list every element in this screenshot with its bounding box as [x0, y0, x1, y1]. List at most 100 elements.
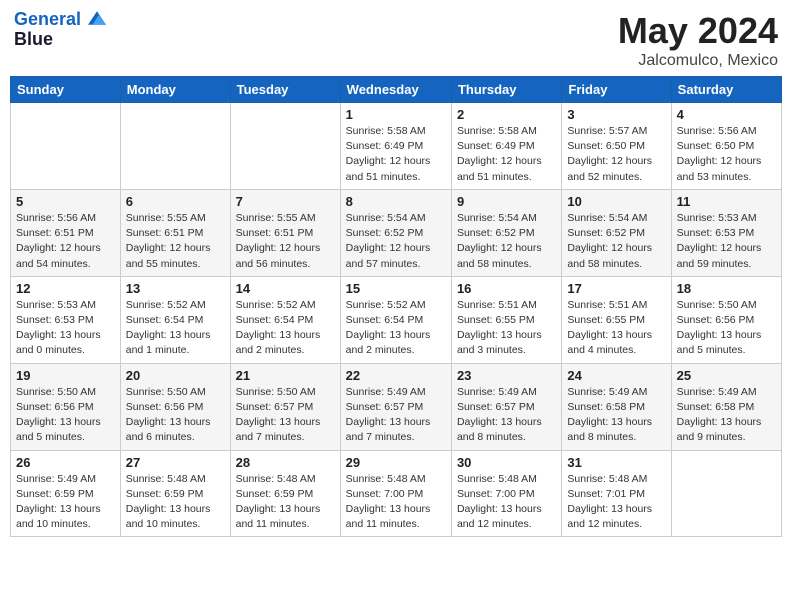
weekday-header: Monday — [120, 77, 230, 103]
day-number: 30 — [457, 455, 556, 470]
day-info: Sunrise: 5:55 AM Sunset: 6:51 PM Dayligh… — [236, 211, 335, 272]
day-info: Sunrise: 5:58 AM Sunset: 6:49 PM Dayligh… — [457, 124, 556, 185]
calendar-cell: 24 Sunrise: 5:49 AM Sunset: 6:58 PM Dayli… — [562, 363, 671, 450]
day-info: Sunrise: 5:54 AM Sunset: 6:52 PM Dayligh… — [567, 211, 665, 272]
day-info: Sunrise: 5:56 AM Sunset: 6:50 PM Dayligh… — [677, 124, 776, 185]
day-info: Sunrise: 5:50 AM Sunset: 6:56 PM Dayligh… — [677, 298, 776, 359]
weekday-header: Saturday — [671, 77, 781, 103]
weekday-header: Tuesday — [230, 77, 340, 103]
calendar-subtitle: Jalcomulco, Mexico — [618, 52, 778, 70]
calendar-cell: 17Sunrise: 5:51 AM Sunset: 6:55 PM Dayli… — [562, 276, 671, 363]
day-info: Sunrise: 5:52 AM Sunset: 6:54 PM Dayligh… — [346, 298, 446, 359]
day-number: 11 — [677, 194, 776, 209]
calendar-cell — [11, 103, 121, 190]
weekday-header: Sunday — [11, 77, 121, 103]
day-number: 27 — [126, 455, 225, 470]
calendar-cell: 18 Sunrise: 5:50 AM Sunset: 6:56 PM Dayli… — [671, 276, 781, 363]
day-number: 14 — [236, 281, 335, 296]
calendar-body: 1 Sunrise: 5:58 AM Sunset: 6:49 PM Daylig… — [11, 103, 782, 537]
calendar-table: SundayMondayTuesdayWednesdayThursdayFrid… — [10, 76, 782, 537]
title-block: May 2024 Jalcomulco, Mexico — [618, 10, 778, 70]
day-info: Sunrise: 5:49 AM Sunset: 6:57 PM Dayligh… — [457, 385, 556, 446]
calendar-cell: 22Sunrise: 5:49 AM Sunset: 6:57 PM Dayli… — [340, 363, 451, 450]
day-info: Sunrise: 5:50 AM Sunset: 6:57 PM Dayligh… — [236, 385, 335, 446]
day-info: Sunrise: 5:57 AM Sunset: 6:50 PM Dayligh… — [567, 124, 665, 185]
weekday-header: Wednesday — [340, 77, 451, 103]
day-number: 2 — [457, 107, 556, 122]
page-header: General Blue May 2024 Jalcomulco, Mexico — [10, 10, 782, 70]
calendar-cell: 30 Sunrise: 5:48 AM Sunset: 7:00 PM Dayli… — [451, 450, 561, 537]
calendar-cell: 19Sunrise: 5:50 AM Sunset: 6:56 PM Dayli… — [11, 363, 121, 450]
day-number: 31 — [567, 455, 665, 470]
day-info: Sunrise: 5:53 AM Sunset: 6:53 PM Dayligh… — [677, 211, 776, 272]
day-number: 20 — [126, 368, 225, 383]
logo: General Blue — [14, 10, 106, 50]
day-number: 29 — [346, 455, 446, 470]
day-info: Sunrise: 5:55 AM Sunset: 6:51 PM Dayligh… — [126, 211, 225, 272]
day-number: 1 — [346, 107, 446, 122]
day-info: Sunrise: 5:52 AM Sunset: 6:54 PM Dayligh… — [236, 298, 335, 359]
day-info: Sunrise: 5:48 AM Sunset: 7:00 PM Dayligh… — [346, 472, 446, 533]
calendar-title: May 2024 — [618, 10, 778, 52]
day-info: Sunrise: 5:48 AM Sunset: 7:00 PM Dayligh… — [457, 472, 556, 533]
calendar-cell: 29 Sunrise: 5:48 AM Sunset: 7:00 PM Dayli… — [340, 450, 451, 537]
day-number: 12 — [16, 281, 115, 296]
calendar-cell: 13 Sunrise: 5:52 AM Sunset: 6:54 PM Dayli… — [120, 276, 230, 363]
day-info: Sunrise: 5:56 AM Sunset: 6:51 PM Dayligh… — [16, 211, 115, 272]
calendar-cell: 23 Sunrise: 5:49 AM Sunset: 6:57 PM Dayli… — [451, 363, 561, 450]
day-info: Sunrise: 5:49 AM Sunset: 6:58 PM Dayligh… — [677, 385, 776, 446]
day-info: Sunrise: 5:54 AM Sunset: 6:52 PM Dayligh… — [346, 211, 446, 272]
day-info: Sunrise: 5:51 AM Sunset: 6:55 PM Dayligh… — [567, 298, 665, 359]
calendar-cell: 11 Sunrise: 5:53 AM Sunset: 6:53 PM Dayli… — [671, 189, 781, 276]
calendar-cell: 14 Sunrise: 5:52 AM Sunset: 6:54 PM Dayli… — [230, 276, 340, 363]
day-number: 18 — [677, 281, 776, 296]
calendar-cell: 7Sunrise: 5:55 AM Sunset: 6:51 PM Daylig… — [230, 189, 340, 276]
calendar-week-row: 1 Sunrise: 5:58 AM Sunset: 6:49 PM Daylig… — [11, 103, 782, 190]
calendar-cell — [671, 450, 781, 537]
calendar-week-row: 19Sunrise: 5:50 AM Sunset: 6:56 PM Dayli… — [11, 363, 782, 450]
calendar-cell: 16Sunrise: 5:51 AM Sunset: 6:55 PM Dayli… — [451, 276, 561, 363]
day-info: Sunrise: 5:48 AM Sunset: 6:59 PM Dayligh… — [126, 472, 225, 533]
day-number: 24 — [567, 368, 665, 383]
calendar-cell: 28Sunrise: 5:48 AM Sunset: 6:59 PM Dayli… — [230, 450, 340, 537]
calendar-cell: 4 Sunrise: 5:56 AM Sunset: 6:50 PM Daylig… — [671, 103, 781, 190]
day-info: Sunrise: 5:52 AM Sunset: 6:54 PM Dayligh… — [126, 298, 225, 359]
calendar-cell: 21 Sunrise: 5:50 AM Sunset: 6:57 PM Dayli… — [230, 363, 340, 450]
calendar-cell: 27 Sunrise: 5:48 AM Sunset: 6:59 PM Dayli… — [120, 450, 230, 537]
day-number: 5 — [16, 194, 115, 209]
day-number: 23 — [457, 368, 556, 383]
calendar-cell: 2 Sunrise: 5:58 AM Sunset: 6:49 PM Daylig… — [451, 103, 561, 190]
logo-text: General — [14, 10, 106, 30]
day-info: Sunrise: 5:49 AM Sunset: 6:58 PM Dayligh… — [567, 385, 665, 446]
calendar-cell: 10 Sunrise: 5:54 AM Sunset: 6:52 PM Dayli… — [562, 189, 671, 276]
weekday-header: Friday — [562, 77, 671, 103]
calendar-week-row: 5 Sunrise: 5:56 AM Sunset: 6:51 PM Daylig… — [11, 189, 782, 276]
day-number: 9 — [457, 194, 556, 209]
day-info: Sunrise: 5:50 AM Sunset: 6:56 PM Dayligh… — [126, 385, 225, 446]
calendar-cell — [120, 103, 230, 190]
day-number: 25 — [677, 368, 776, 383]
day-number: 13 — [126, 281, 225, 296]
calendar-week-row: 12 Sunrise: 5:53 AM Sunset: 6:53 PM Dayli… — [11, 276, 782, 363]
weekday-header-row: SundayMondayTuesdayWednesdayThursdayFrid… — [11, 77, 782, 103]
day-info: Sunrise: 5:51 AM Sunset: 6:55 PM Dayligh… — [457, 298, 556, 359]
calendar-cell: 1 Sunrise: 5:58 AM Sunset: 6:49 PM Daylig… — [340, 103, 451, 190]
calendar-cell: 31 Sunrise: 5:48 AM Sunset: 7:01 PM Dayli… — [562, 450, 671, 537]
weekday-header: Thursday — [451, 77, 561, 103]
day-info: Sunrise: 5:49 AM Sunset: 6:57 PM Dayligh… — [346, 385, 446, 446]
day-number: 28 — [236, 455, 335, 470]
calendar-cell: 26Sunrise: 5:49 AM Sunset: 6:59 PM Dayli… — [11, 450, 121, 537]
calendar-cell: 15Sunrise: 5:52 AM Sunset: 6:54 PM Dayli… — [340, 276, 451, 363]
day-number: 8 — [346, 194, 446, 209]
calendar-cell: 12 Sunrise: 5:53 AM Sunset: 6:53 PM Dayli… — [11, 276, 121, 363]
day-number: 21 — [236, 368, 335, 383]
day-info: Sunrise: 5:53 AM Sunset: 6:53 PM Dayligh… — [16, 298, 115, 359]
day-number: 4 — [677, 107, 776, 122]
day-number: 10 — [567, 194, 665, 209]
calendar-cell — [230, 103, 340, 190]
day-number: 6 — [126, 194, 225, 209]
calendar-cell: 25 Sunrise: 5:49 AM Sunset: 6:58 PM Dayli… — [671, 363, 781, 450]
day-info: Sunrise: 5:50 AM Sunset: 6:56 PM Dayligh… — [16, 385, 115, 446]
day-info: Sunrise: 5:58 AM Sunset: 6:49 PM Dayligh… — [346, 124, 446, 185]
day-info: Sunrise: 5:48 AM Sunset: 7:01 PM Dayligh… — [567, 472, 665, 533]
